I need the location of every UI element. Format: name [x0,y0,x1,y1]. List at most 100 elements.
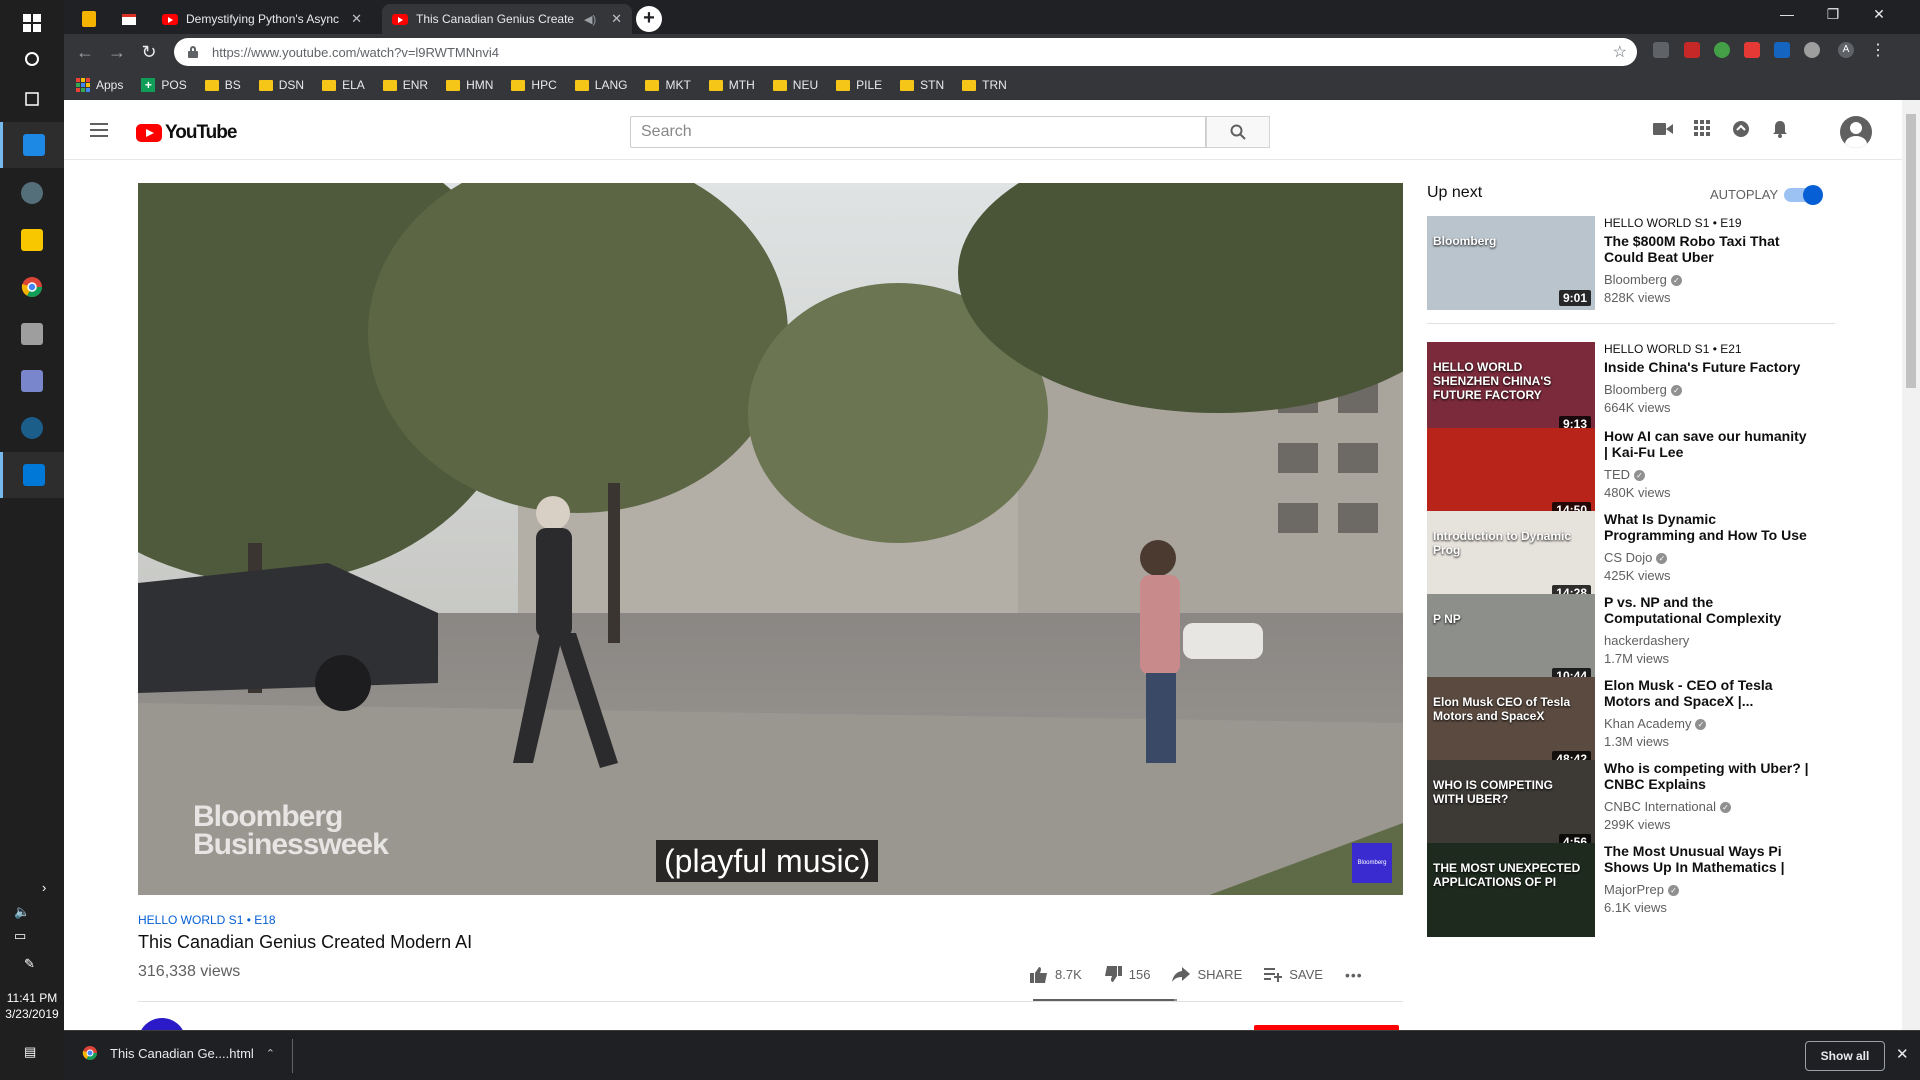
messages-icon[interactable] [1730,120,1752,142]
like-button[interactable]: 8.7K [1030,966,1082,983]
taskbar-chrome-icon[interactable] [0,264,64,310]
search-button[interactable] [1206,116,1270,148]
bookmark-folder[interactable]: HPC [511,78,557,92]
video-thumbnail[interactable]: HELLO WORLD SHENZHEN CHINA'S FUTURE FACT… [1427,342,1595,436]
show-all-button[interactable]: Show all [1805,1041,1885,1071]
taskbar-app-chat-icon[interactable] [0,358,64,404]
scrollbar-thumb[interactable] [1906,114,1916,388]
bookmark-folder[interactable]: NEU [772,78,818,92]
video-thumbnail[interactable]: P NP 10:44 [1427,594,1595,688]
recommendation-title[interactable]: The $800M Robo Taxi That Could Beat Uber [1604,233,1809,265]
bookmark-folder[interactable]: STN [900,78,944,92]
taskbar-vscode-icon[interactable] [0,452,64,498]
taskbar-app-editor-icon[interactable] [0,122,64,168]
volume-icon[interactable]: 🔈 [14,904,30,920]
channel-watermark-badge[interactable]: Bloomberg [1352,843,1392,883]
forward-button[interactable]: → [104,40,130,64]
extension-green-icon[interactable] [1714,42,1730,58]
dislike-button[interactable]: 156 [1104,966,1150,983]
account-avatar[interactable] [1840,116,1872,148]
reload-button[interactable]: ↻ [136,40,162,64]
recommendation-title[interactable]: Elon Musk - CEO of Tesla Motors and Spac… [1604,677,1809,709]
taskbar-steam-icon[interactable] [0,405,64,451]
save-button[interactable]: SAVE [1264,967,1323,982]
tab-canadian-genius[interactable]: This Canadian Genius Create ◀) ✕ [382,4,632,34]
bookmark-folder[interactable]: LANG [574,78,627,92]
more-actions-button[interactable]: ••• [1345,967,1363,983]
video-thumbnail[interactable]: 14:50 [1427,428,1595,522]
recommendation-item[interactable]: Bloomberg 9:01 HELLO WORLD S1 • E19 The $80… [1427,216,1902,310]
video-thumbnail[interactable]: Bloomberg 9:01 [1427,216,1595,310]
bookmark-folder[interactable]: PILE [836,78,882,92]
tab-python-async[interactable]: Demystifying Python's Async and ✕ [152,4,372,34]
back-button[interactable]: ← [72,40,98,64]
video-player[interactable]: Bloomberg Businessweek Bloomberg (playfu… [138,183,1403,895]
chevron-up-icon[interactable]: › [42,880,46,895]
recommendation-item[interactable]: WHO IS COMPETING WITH UBER? 4:56 Who is co… [1427,760,1902,854]
menu-icon[interactable] [90,123,108,137]
channel-avatar[interactable] [138,1018,186,1030]
extension-new-icon[interactable] [1774,42,1790,58]
address-bar[interactable]: https://www.youtube.com/watch?v=l9RWTMNn… [174,38,1637,66]
recommendation-title[interactable]: P vs. NP and the Computational Complexit… [1604,594,1809,626]
bookmark-pos[interactable]: + POS [141,78,187,92]
minimize-button[interactable]: — [1764,0,1810,28]
extension-gear-icon[interactable] [1804,42,1820,58]
extension-red-icon[interactable] [1684,42,1700,58]
bookmark-folder[interactable]: HMN [446,78,493,92]
bookmark-folder[interactable]: TRN [962,78,1007,92]
bookmark-folder[interactable]: MKT [645,78,691,92]
task-view-icon[interactable] [0,76,64,122]
audio-playing-icon[interactable]: ◀) [584,13,596,26]
tab-close-icon[interactable]: ✕ [351,11,362,27]
network-icon[interactable]: ▭ [14,928,26,944]
extension-shield-icon[interactable] [1653,42,1669,58]
recommendation-title[interactable]: How AI can save our humanity | Kai-Fu Le… [1604,428,1809,460]
notifications-bell-icon[interactable] [1769,120,1791,142]
bookmark-apps[interactable]: Apps [76,78,123,92]
bookmark-star-icon[interactable]: ☆ [1613,42,1627,62]
series-link[interactable]: HELLO WORLD S1 • E18 [138,913,1403,927]
bookmark-folder[interactable]: MTH [708,78,755,92]
bookmark-folder[interactable]: BS [204,78,241,92]
taskbar-app-grid-icon[interactable] [0,311,64,357]
bookmark-folder[interactable]: ENR [382,78,428,92]
video-thumbnail[interactable]: WHO IS COMPETING WITH UBER? 4:56 [1427,760,1595,854]
bookmark-folder[interactable]: ELA [322,78,365,92]
recommendation-title[interactable]: What Is Dynamic Programming and How To U… [1604,511,1809,543]
pinned-tab-keep[interactable] [70,4,108,34]
chrome-menu-icon[interactable]: ⋮ [1870,40,1886,60]
recommendation-item[interactable]: Elon Musk CEO of Tesla Motors and SpaceX… [1427,677,1902,771]
recommendation-item[interactable]: 14:50 How AI can save our humanity | Kai-… [1427,428,1902,522]
taskbar-file-explorer-icon[interactable] [0,217,64,263]
close-window-button[interactable]: ✕ [1856,0,1902,28]
video-thumbnail[interactable]: Elon Musk CEO of Tesla Motors and SpaceX… [1427,677,1595,771]
recommendation-title[interactable]: The Most Unusual Ways Pi Shows Up In Mat… [1604,843,1809,875]
notifications-icon[interactable]: ▤ [24,1044,36,1060]
pen-icon[interactable]: ✎ [24,956,35,972]
youtube-logo[interactable]: YouTube [136,122,237,144]
new-tab-button[interactable]: + [636,6,662,32]
share-button[interactable]: SHARE [1172,967,1242,982]
autoplay-toggle[interactable] [1784,185,1823,205]
restore-button[interactable]: ❐ [1810,0,1856,28]
recommendation-item[interactable]: HELLO WORLD SHENZHEN CHINA'S FUTURE FACT… [1427,342,1902,436]
bookmark-folder[interactable]: DSN [258,78,304,92]
chevron-up-icon[interactable]: ⌃ [266,1047,275,1060]
recommendation-title[interactable]: Who is competing with Uber? | CNBC Expla… [1604,760,1809,792]
extension-youtube-icon[interactable] [1744,42,1760,58]
create-video-icon[interactable] [1652,120,1674,142]
download-item[interactable]: This Canadian Ge....html ⌃ [82,1045,275,1061]
recommendation-item[interactable]: Introduction to Dynamic Prog 14:28 What Is… [1427,511,1902,605]
video-thumbnail[interactable]: THE MOST UNEXPECTED APPLICATIONS OF PI [1427,843,1595,937]
profile-avatar-icon[interactable]: A [1838,42,1854,58]
video-thumbnail[interactable]: Introduction to Dynamic Prog 14:28 [1427,511,1595,605]
close-downloads-icon[interactable]: ✕ [1896,1045,1909,1063]
recommendation-item[interactable]: P NP 10:44 P vs. NP and the Computational … [1427,594,1902,688]
apps-icon[interactable] [1691,120,1713,142]
tab-close-icon[interactable]: ✕ [611,11,622,27]
recommendation-item[interactable]: THE MOST UNEXPECTED APPLICATIONS OF PI Th… [1427,843,1902,937]
taskbar-clock[interactable]: 11:41 PM 3/23/2019 [0,990,64,1022]
page-scrollbar[interactable] [1902,100,1920,1030]
recommendation-title[interactable]: Inside China's Future Factory [1604,359,1809,375]
